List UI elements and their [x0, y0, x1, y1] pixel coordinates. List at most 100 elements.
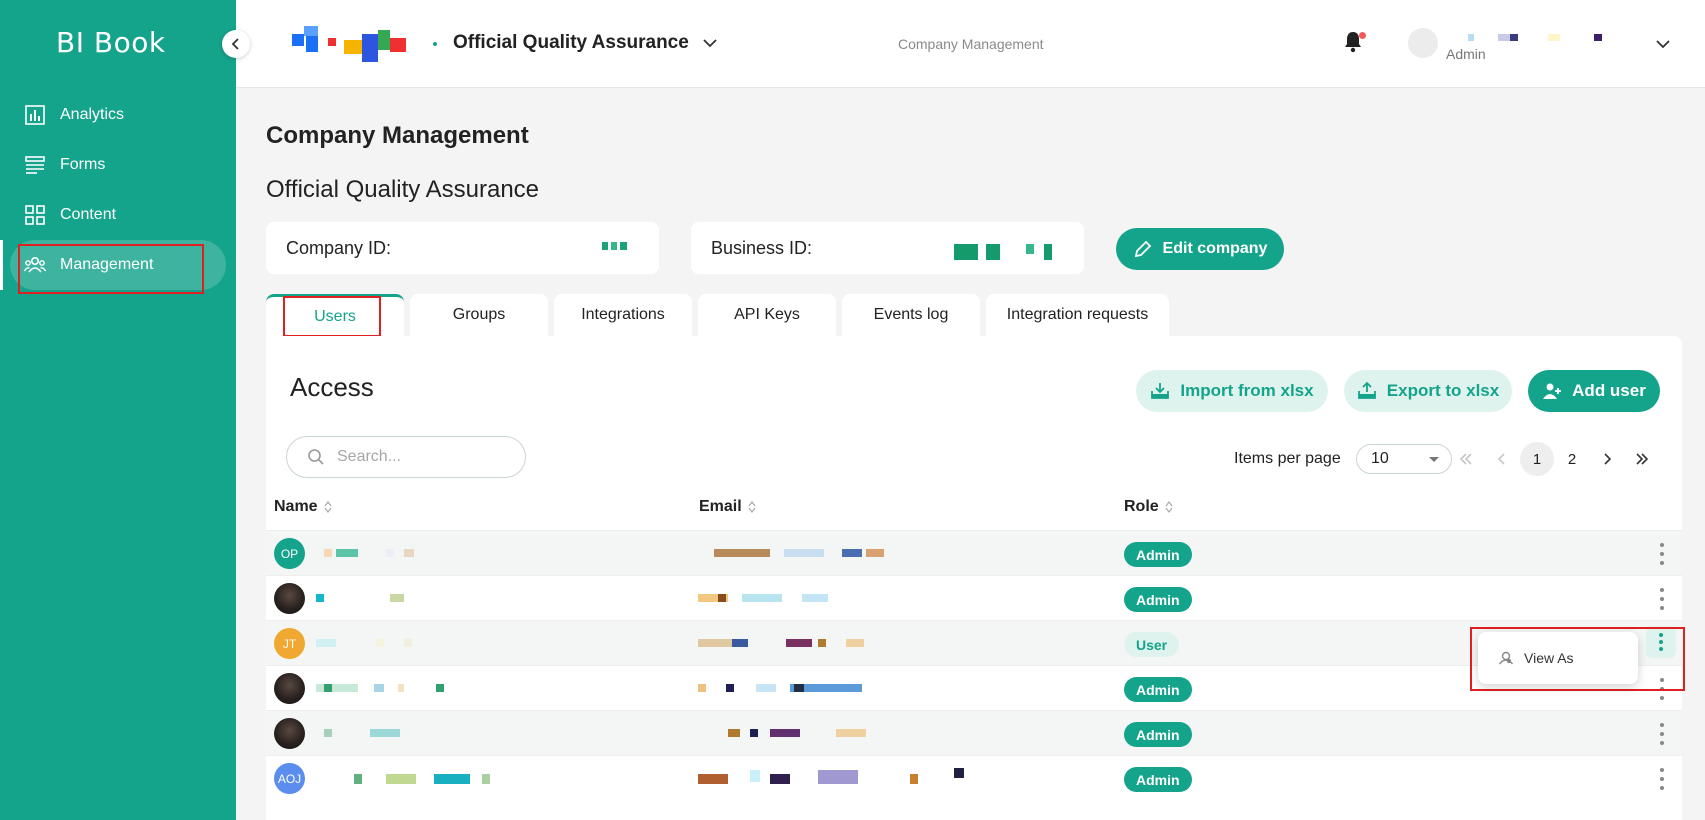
kebab-dot [1660, 741, 1664, 745]
add-user-icon [1543, 383, 1562, 399]
forms-icon [24, 154, 46, 176]
chevron-right-icon [1604, 453, 1612, 465]
redacted-email [718, 594, 726, 602]
edit-company-label: Edit company [1162, 240, 1268, 257]
sidebar-item-analytics[interactable]: Analytics [0, 90, 236, 140]
user-menu-chevron[interactable] [1656, 36, 1670, 54]
chevron-left-icon [231, 38, 239, 50]
sidebar-item-label: Analytics [60, 106, 125, 123]
company-logo [292, 26, 422, 66]
prev-page-button[interactable] [1485, 442, 1519, 476]
redacted-name [386, 549, 394, 557]
view-as-menu-item[interactable]: View As [1524, 650, 1574, 666]
add-user-button[interactable]: Add user [1528, 370, 1660, 412]
table-row[interactable]: Admin [266, 710, 1682, 755]
sort-icon [748, 501, 756, 513]
role-badge: Admin [1124, 677, 1192, 702]
company-name: Official Quality Assurance [266, 176, 540, 203]
access-panel: Access Import from xlsx Export to xlsx A… [266, 336, 1682, 820]
user-name-pixels [1510, 34, 1518, 41]
column-label: Name [274, 498, 318, 515]
page-2-button[interactable]: 2 [1555, 442, 1589, 476]
tab-groups[interactable]: Groups [410, 294, 548, 336]
kebab-dot [1660, 777, 1664, 781]
column-label: Email [699, 498, 742, 515]
table-row[interactable]: AOJ Admin [266, 755, 1682, 800]
redacted-email [818, 770, 858, 784]
user-name-pixels [1594, 34, 1602, 41]
tab-events-log[interactable]: Events log [842, 294, 980, 336]
company-id-pixels [602, 242, 608, 250]
table-row[interactable]: OP Admin [266, 530, 1682, 575]
items-per-page-value: 10 [1371, 450, 1389, 467]
sidebar-item-content[interactable]: Content [0, 190, 236, 240]
role-badge: Admin [1124, 767, 1192, 792]
kebab-dot [1660, 588, 1664, 592]
user-name-pixels [1548, 34, 1560, 41]
redacted-email [770, 774, 790, 784]
sidebar-item-forms[interactable]: Forms [0, 140, 236, 190]
redacted-name [324, 684, 332, 692]
column-label: Role [1124, 498, 1159, 515]
redacted-name [404, 639, 412, 647]
row-context-menu: View As [1478, 632, 1638, 684]
column-header-role[interactable]: Role [1124, 498, 1173, 516]
last-page-button[interactable] [1625, 442, 1659, 476]
column-header-name[interactable]: Name [274, 498, 332, 516]
business-id-pixels [954, 244, 978, 260]
notifications-bell-icon[interactable] [1342, 30, 1366, 56]
redacted-email [742, 594, 782, 602]
tab-integration-requests[interactable]: Integration requests [986, 294, 1169, 336]
chevron-down-icon [703, 38, 717, 47]
redacted-email [750, 729, 758, 737]
row-actions-button[interactable] [1652, 723, 1672, 745]
redacted-name [386, 774, 416, 784]
export-xlsx-button[interactable]: Export to xlsx [1344, 370, 1512, 412]
redacted-email [802, 594, 828, 602]
sidebar-collapse-button[interactable] [222, 30, 250, 58]
pencil-icon [1134, 240, 1151, 258]
tab-label: Integrations [581, 306, 665, 323]
company-id-label: Company ID: [286, 237, 392, 258]
redacted-name [398, 684, 404, 692]
business-id-pixels [1044, 244, 1052, 260]
redacted-email [756, 684, 776, 692]
user-role: Admin [1446, 46, 1486, 62]
table-row[interactable]: Admin [266, 575, 1682, 620]
avatar [274, 583, 305, 614]
double-chevron-right-icon [1636, 453, 1649, 465]
import-icon [1151, 383, 1170, 399]
column-header-email[interactable]: Email [699, 498, 756, 516]
double-chevron-left-icon [1459, 453, 1472, 465]
redacted-email [836, 729, 866, 737]
edit-company-button[interactable]: Edit company [1116, 228, 1284, 270]
items-per-page-select[interactable]: 10 [1356, 444, 1452, 474]
redacted-name [324, 729, 332, 737]
search-input[interactable]: Search... [286, 436, 526, 478]
role-badge: User [1124, 632, 1180, 657]
tab-integrations[interactable]: Integrations [554, 294, 692, 336]
redacted-email [846, 639, 864, 647]
redacted-name [376, 639, 384, 647]
role-badge: Admin [1124, 722, 1192, 747]
user-menu[interactable]: Admin [1408, 26, 1688, 66]
brand-logo: BI Book [56, 26, 166, 59]
sort-icon [324, 501, 332, 513]
redacted-name [354, 774, 362, 784]
next-page-button[interactable] [1590, 442, 1624, 476]
tab-api-keys[interactable]: API Keys [698, 294, 836, 336]
company-id-card: Company ID: [266, 222, 659, 274]
row-actions-button[interactable] [1652, 588, 1672, 610]
redacted-email [910, 774, 918, 784]
redacted-email [866, 549, 884, 557]
company-selector-label: Official Quality Assurance [453, 32, 689, 53]
import-xlsx-button[interactable]: Import from xlsx [1136, 370, 1328, 412]
row-actions-button[interactable] [1652, 543, 1672, 565]
redacted-email [842, 549, 862, 557]
first-page-button[interactable] [1449, 442, 1483, 476]
company-selector[interactable]: Official Quality Assurance [453, 32, 717, 54]
avatar: JT [274, 628, 305, 659]
separator-dot [433, 42, 437, 46]
page-1-button[interactable]: 1 [1520, 442, 1554, 476]
row-actions-button[interactable] [1652, 768, 1672, 790]
